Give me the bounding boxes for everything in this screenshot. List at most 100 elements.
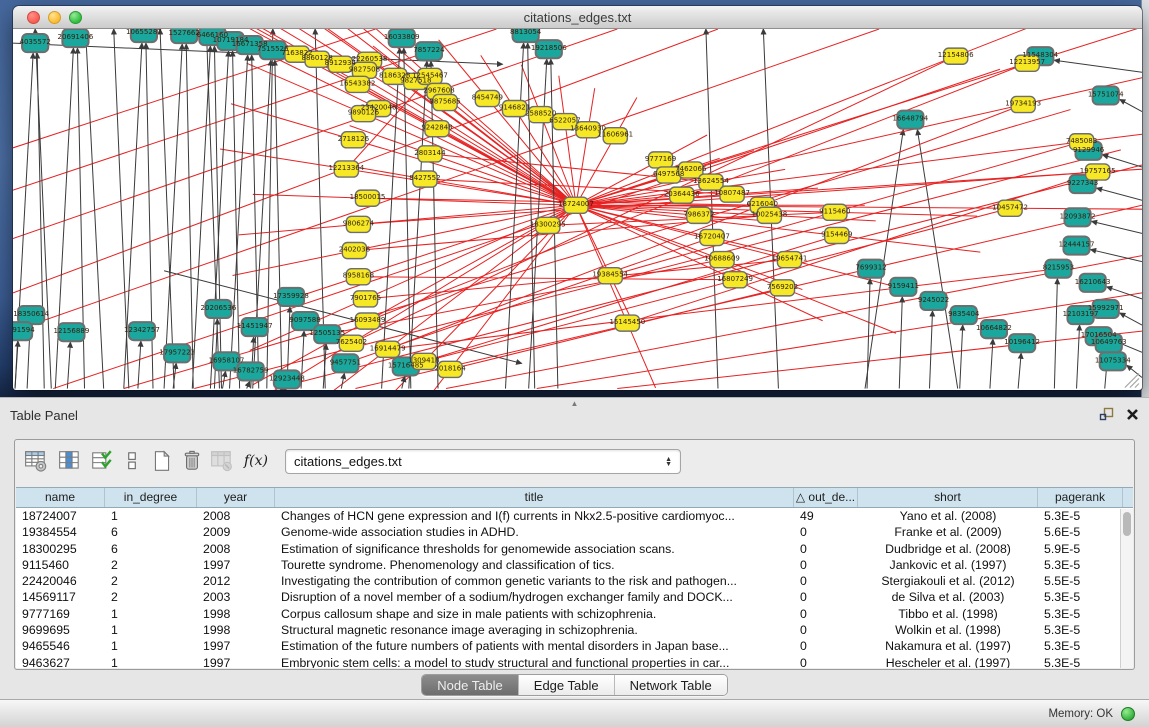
graph-node-label: 16093489 — [350, 315, 386, 324]
graph-node-label: 10025438 — [751, 209, 787, 218]
column-header-in_degree[interactable]: in_degree — [105, 488, 197, 507]
black-edge — [899, 297, 902, 389]
table-cell: Corpus callosum shape and size in male p… — [275, 606, 794, 622]
table-cell: 0 — [794, 557, 858, 573]
select-rows-icon[interactable] — [89, 448, 115, 474]
resize-grip-icon[interactable] — [1130, 378, 1139, 387]
resize-grip-icon[interactable] — [1135, 384, 1139, 388]
minimize-window-icon[interactable] — [48, 11, 61, 24]
table-panel-title: Table Panel — [10, 408, 78, 423]
graph-node-label: 1527662 — [169, 29, 200, 37]
tab-node-table[interactable]: Node Table — [422, 675, 519, 695]
graph-node-label: 19384554 — [592, 270, 628, 279]
new-table-icon[interactable] — [149, 448, 175, 474]
graph-node-label: 18500015 — [350, 192, 386, 201]
show-columns-icon[interactable] — [57, 448, 83, 474]
delete-table-icon[interactable] — [179, 448, 205, 474]
tab-edge-table[interactable]: Edge Table — [519, 675, 615, 695]
table-options-icon[interactable] — [23, 448, 49, 474]
table-cell: Tourette syndrome. Phenomenology and cla… — [275, 557, 794, 573]
table-cell: Yano et al. (2008) — [858, 508, 1038, 524]
column-header-year[interactable]: year — [197, 488, 275, 507]
table-cell: 5.3E-5 — [1038, 557, 1123, 573]
network-view-window[interactable]: citations_edges.txt 40355722069140610655… — [13, 6, 1142, 390]
column-header-name[interactable]: name — [16, 488, 105, 507]
column-header-pagerank[interactable]: pagerank — [1038, 488, 1123, 507]
close-window-icon[interactable] — [27, 11, 40, 24]
graph-node-label: 7986372 — [683, 209, 714, 218]
tab-network-table[interactable]: Network Table — [615, 675, 727, 695]
black-edge — [1018, 353, 1021, 388]
table-cell: 6 — [105, 541, 197, 557]
table-row[interactable]: 1938455462009Genome-wide association stu… — [16, 524, 1133, 540]
graph-node-label: 11075334 — [1095, 355, 1131, 364]
graph-node-label: 16807249 — [717, 274, 753, 283]
red-edge — [837, 235, 980, 252]
graph-node-label: 16958107 — [209, 355, 245, 364]
table-cell: 1998 — [197, 606, 275, 622]
black-edge — [929, 311, 932, 389]
red-edge — [627, 323, 655, 388]
zoom-window-icon[interactable] — [69, 11, 82, 24]
graph-node-label: 12103197 — [1063, 309, 1099, 318]
table-cell: 1998 — [197, 622, 275, 638]
graph-node-label: 12545467 — [412, 70, 448, 79]
graph-node-label: 9806274 — [343, 218, 375, 227]
black-edge — [1054, 60, 1142, 72]
column-header-short[interactable]: short — [858, 488, 1038, 507]
red-edge — [355, 205, 1142, 388]
table-row[interactable]: 1872400712008Changes of HCN gene express… — [16, 508, 1133, 524]
graph-node-label: 9457751 — [330, 357, 361, 366]
memory-status-indicator-icon[interactable] — [1121, 707, 1135, 721]
close-panel-icon[interactable] — [1126, 408, 1139, 421]
table-selector-dropdown[interactable]: citations_edges.txt ▲▼ — [285, 449, 681, 474]
table-row[interactable]: 1830029562008Estimation of significance … — [16, 541, 1133, 557]
window-titlebar[interactable]: citations_edges.txt — [13, 6, 1142, 29]
column-header-out_de[interactable]: △ out_de... — [794, 488, 858, 507]
column-header-title[interactable]: title — [275, 488, 794, 507]
row-height-icon[interactable] — [119, 448, 145, 474]
table-row[interactable]: 946554611997Estimation of the future num… — [16, 638, 1133, 654]
graph-node-label: 9827508 — [349, 64, 380, 73]
table-cell: 6 — [105, 524, 197, 540]
table-cell: 5.6E-5 — [1038, 524, 1123, 540]
graph-node-label: 9159411 — [888, 281, 919, 290]
table-cell: 9699695 — [16, 622, 105, 638]
table-cell: Hescheler et al. (1997) — [858, 655, 1038, 668]
graph-node-label: 9890126 — [348, 108, 380, 117]
graph-node-label: 18300295 — [530, 219, 566, 228]
table-cell: 5.3E-5 — [1038, 606, 1123, 622]
table-row[interactable]: 2242004622012Investigating the contribut… — [16, 573, 1133, 589]
table-cell: Changes of HCN gene expression and I(f) … — [275, 508, 794, 524]
graph-node-label: 2967608 — [423, 85, 454, 94]
table-cell: 1 — [105, 655, 197, 668]
graph-node-label: 16210643 — [1075, 277, 1111, 286]
table-row[interactable]: 969969511998Structural magnetic resonanc… — [16, 622, 1133, 638]
graph-node-label: 8958168 — [343, 271, 374, 280]
table-cell: Stergiakouli et al. (2012) — [858, 573, 1038, 589]
graph-node-label: 7625402 — [336, 337, 367, 346]
table-row[interactable]: 977716911998Corpus callosum shape and si… — [16, 606, 1133, 622]
split-pane-handle-icon[interactable]: ▲ — [571, 399, 579, 408]
float-panel-icon[interactable] — [1098, 406, 1114, 422]
table-cell: 2009 — [197, 524, 275, 540]
graph-node-label: 19218506 — [531, 43, 567, 52]
table-row[interactable]: 946362711997Embryonic stem cells: a mode… — [16, 655, 1133, 668]
table-row[interactable]: 1456911722003Disruption of a novel membe… — [16, 589, 1133, 605]
table-cell: 18300295 — [16, 541, 105, 557]
table-vertical-scrollbar[interactable] — [1120, 509, 1133, 668]
table-cell: Franke et al. (2009) — [858, 524, 1038, 540]
desktop-background: citations_edges.txt 40355722069140610655… — [0, 0, 1149, 397]
graph-node-label: 10457472 — [992, 202, 1028, 211]
table-cell: 2 — [105, 589, 197, 605]
background-window-sliver — [1141, 0, 1149, 397]
table-row[interactable]: 911546021997Tourette syndrome. Phenomeno… — [16, 557, 1133, 573]
table-cell: 5.3E-5 — [1038, 508, 1123, 524]
function-builder-icon[interactable]: f(x) — [239, 448, 273, 474]
black-edge — [186, 44, 193, 388]
scrollbar-thumb[interactable] — [1123, 512, 1131, 536]
black-edge — [1120, 313, 1142, 325]
graph-node-label: 17957223 — [159, 347, 195, 356]
table-cell: 0 — [794, 541, 858, 557]
network-canvas[interactable]: 4035572206914061065528715276626466160107… — [13, 29, 1142, 390]
